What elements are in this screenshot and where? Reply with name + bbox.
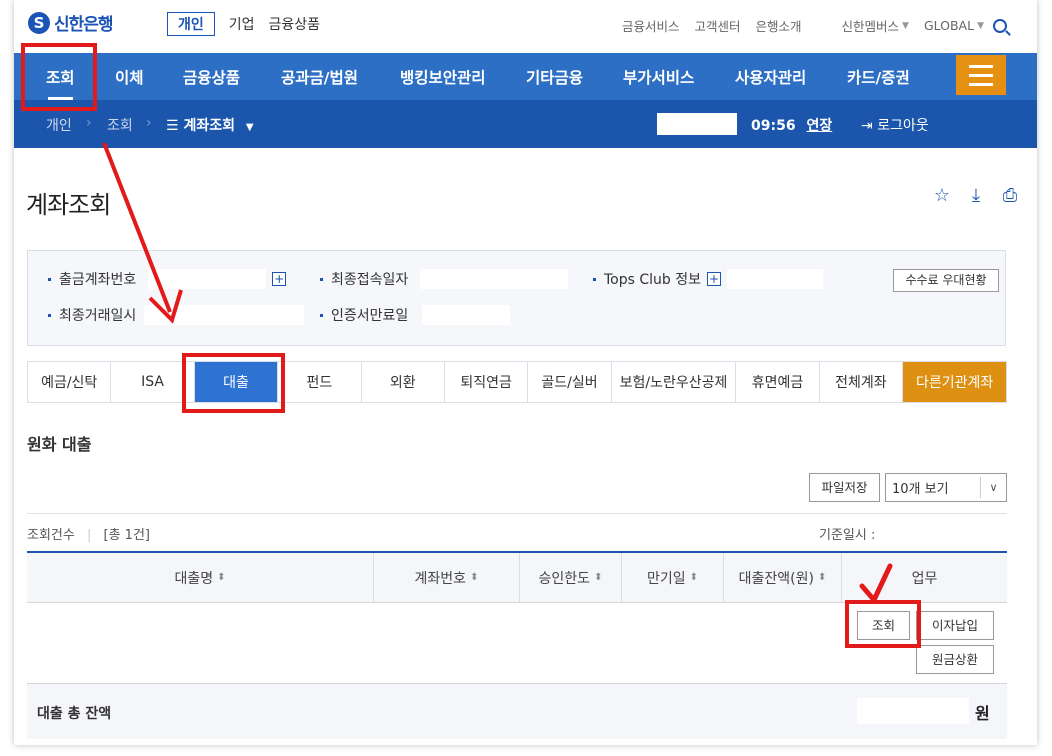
annotation-arrow-line <box>102 142 172 313</box>
annotation-check-mark <box>859 563 893 605</box>
annotation-arrows <box>102 142 893 605</box>
